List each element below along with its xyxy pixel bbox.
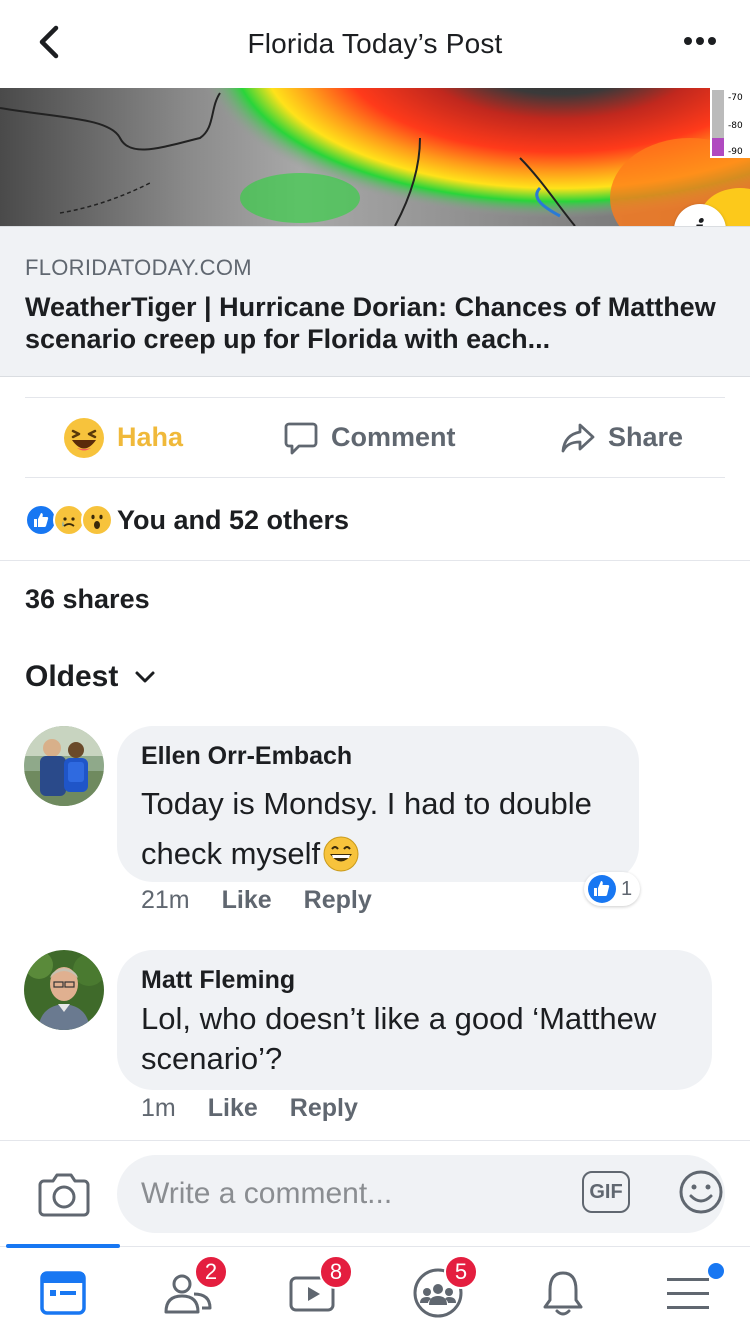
back-arrow-icon[interactable] (30, 22, 70, 62)
comment-text: Lol, who doesn’t like a good ‘Matthew sc… (141, 999, 688, 1079)
comment-composer: Write a comment... GIF (0, 1140, 750, 1246)
emoji-smiley-icon[interactable] (678, 1169, 724, 1215)
commenter-name[interactable]: Ellen Orr-Embach (141, 742, 615, 771)
tab-friends[interactable]: 2 (158, 1255, 228, 1321)
comment-sort-dropdown[interactable]: Oldest (25, 660, 156, 694)
avatar[interactable] (24, 726, 104, 806)
reaction-icons (25, 504, 113, 536)
comment-text: Today is Mondsy. I had to double check m… (141, 779, 615, 879)
comment-input-placeholder: Write a comment... (141, 1177, 393, 1210)
link-title: WeatherTiger | Hurricane Dorian: Chances… (25, 292, 716, 354)
shares-count[interactable]: 36 shares (25, 584, 150, 615)
scale-label: -70 (728, 93, 743, 103)
grinning-emoji-icon (323, 836, 359, 872)
commenter-name[interactable]: Matt Fleming (141, 966, 688, 995)
comment-input[interactable]: Write a comment... (117, 1155, 725, 1233)
share-button[interactable]: Share (560, 420, 683, 456)
comment-like-count[interactable]: 1 (584, 872, 641, 906)
comment-line: Lol, who doesn’t like a good ‘Matthew (141, 1001, 657, 1036)
comment-bubble-icon (283, 420, 319, 456)
like-count-number: 1 (621, 877, 633, 900)
tab-watch[interactable]: 8 (283, 1255, 353, 1321)
comment-time: 1m (141, 1094, 176, 1122)
reactions-text: You and 52 others (117, 504, 350, 535)
comment-bubble[interactable]: Ellen Orr-Embach Today is Mondsy. I had … (117, 726, 639, 882)
menu-notification-dot (708, 1263, 724, 1279)
camera-icon[interactable] (38, 1171, 90, 1217)
reply-button[interactable]: Reply (290, 1094, 358, 1123)
groups-badge: 5 (444, 1255, 478, 1289)
link-preview[interactable]: FLORIDATODAY.COM WeatherTiger | Hurrican… (0, 226, 750, 377)
reactions-summary[interactable]: You and 52 others (25, 500, 349, 540)
divider (0, 560, 750, 561)
like-comment-button[interactable]: Like (222, 886, 272, 915)
tab-notifications[interactable] (533, 1265, 593, 1321)
tab-news-feed[interactable] (33, 1265, 93, 1321)
comment: Ellen Orr-Embach Today is Mondsy. I had … (24, 726, 724, 926)
comment-time: 21m (141, 886, 190, 914)
page-title: Florida Today’s Post (247, 28, 503, 59)
comment-meta: 1m Like Reply (141, 1094, 358, 1123)
action-bar: Haha Comment Share (25, 397, 725, 478)
menu-hamburger-icon (667, 1278, 709, 1309)
scale-label: -90 (728, 147, 743, 157)
more-options-icon[interactable] (680, 26, 720, 56)
chevron-down-icon (134, 670, 156, 684)
avatar[interactable] (24, 950, 104, 1030)
like-reaction-icon (588, 875, 616, 903)
comment-meta: 21m Like Reply (141, 886, 372, 915)
tab-menu[interactable] (658, 1263, 724, 1321)
comment: Matt Fleming Lol, who doesn’t like a goo… (24, 950, 724, 1130)
tab-groups[interactable]: 5 (408, 1255, 478, 1321)
watch-badge: 8 (319, 1255, 353, 1289)
like-comment-button[interactable]: Like (208, 1094, 258, 1123)
scale-label: -80 (728, 121, 743, 131)
share-arrow-icon (560, 420, 596, 456)
bottom-tab-bar: 2 8 5 (0, 1244, 750, 1334)
comment-bubble[interactable]: Matt Fleming Lol, who doesn’t like a goo… (117, 950, 712, 1090)
haha-reaction-button[interactable]: Haha (63, 417, 183, 459)
haha-emoji-icon (63, 417, 105, 459)
comment-label: Comment (331, 422, 456, 452)
comment-line: scenario’? (141, 1041, 283, 1076)
bell-icon (543, 1271, 583, 1316)
comment-line: Today is Mondsy. I had to double (141, 786, 592, 821)
comment-line-text: check myself (141, 836, 321, 871)
share-label: Share (608, 422, 684, 452)
active-tab-indicator (6, 1244, 120, 1248)
link-domain: FLORIDATODAY.COM (25, 255, 252, 280)
haha-label: Haha (117, 422, 184, 452)
friends-badge: 2 (194, 1255, 228, 1289)
comment-button[interactable]: Comment (283, 420, 456, 456)
comment-line: check myself (141, 829, 615, 879)
wow-reaction-icon (81, 504, 113, 536)
news-feed-icon (40, 1271, 86, 1315)
gif-button[interactable]: GIF (582, 1171, 630, 1213)
top-bar: Florida Today’s Post (0, 0, 750, 88)
hurricane-satellite-image[interactable]: -70 -80 -90 (0, 88, 750, 226)
sort-label: Oldest (25, 660, 119, 693)
reply-button[interactable]: Reply (304, 886, 372, 915)
